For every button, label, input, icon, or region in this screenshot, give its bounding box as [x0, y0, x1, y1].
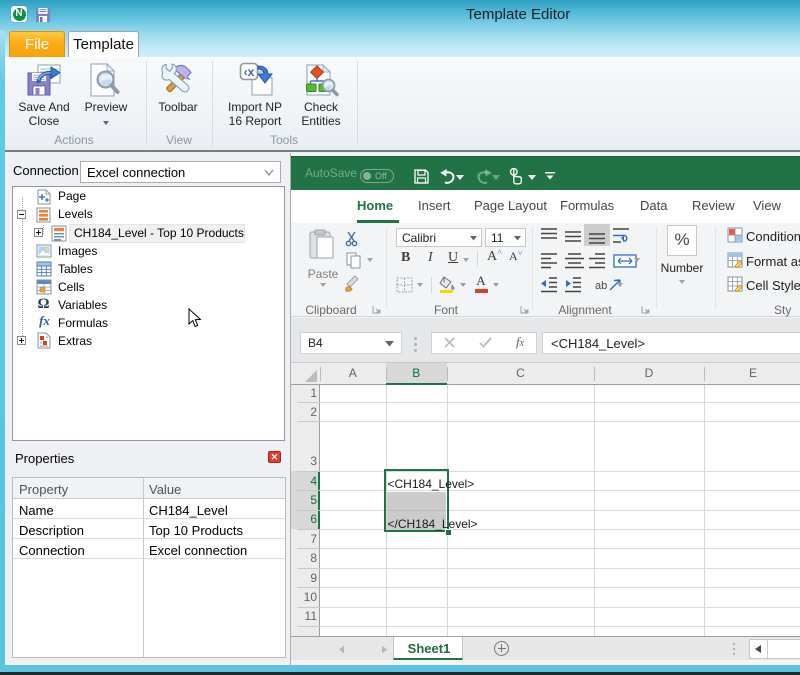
svg-text:‹x: ‹x [244, 65, 255, 79]
svg-text:ab: ab [595, 280, 607, 292]
